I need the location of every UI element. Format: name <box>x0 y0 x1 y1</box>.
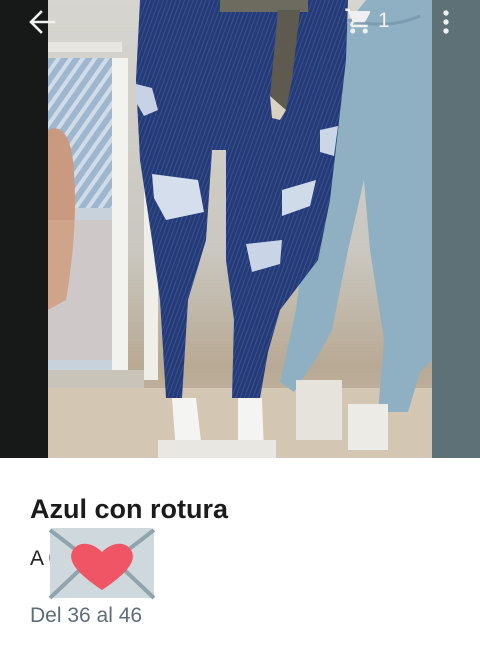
product-title: Azul con rotura <box>30 494 229 524</box>
product-image[interactable] <box>0 0 480 458</box>
shopping-cart-icon[interactable] <box>344 6 374 36</box>
jeans-scene <box>48 0 432 458</box>
product-sizes: Del 36 al 46 <box>30 604 143 627</box>
arrow-left-icon[interactable] <box>26 6 58 38</box>
image-edge-left <box>0 0 48 458</box>
image-edge-right <box>432 0 480 458</box>
cart-count-badge: 1 <box>378 9 390 32</box>
app-bar: 1 <box>0 0 480 44</box>
more-vert-icon[interactable] <box>436 7 456 37</box>
heart-envelope-icon <box>48 524 156 602</box>
